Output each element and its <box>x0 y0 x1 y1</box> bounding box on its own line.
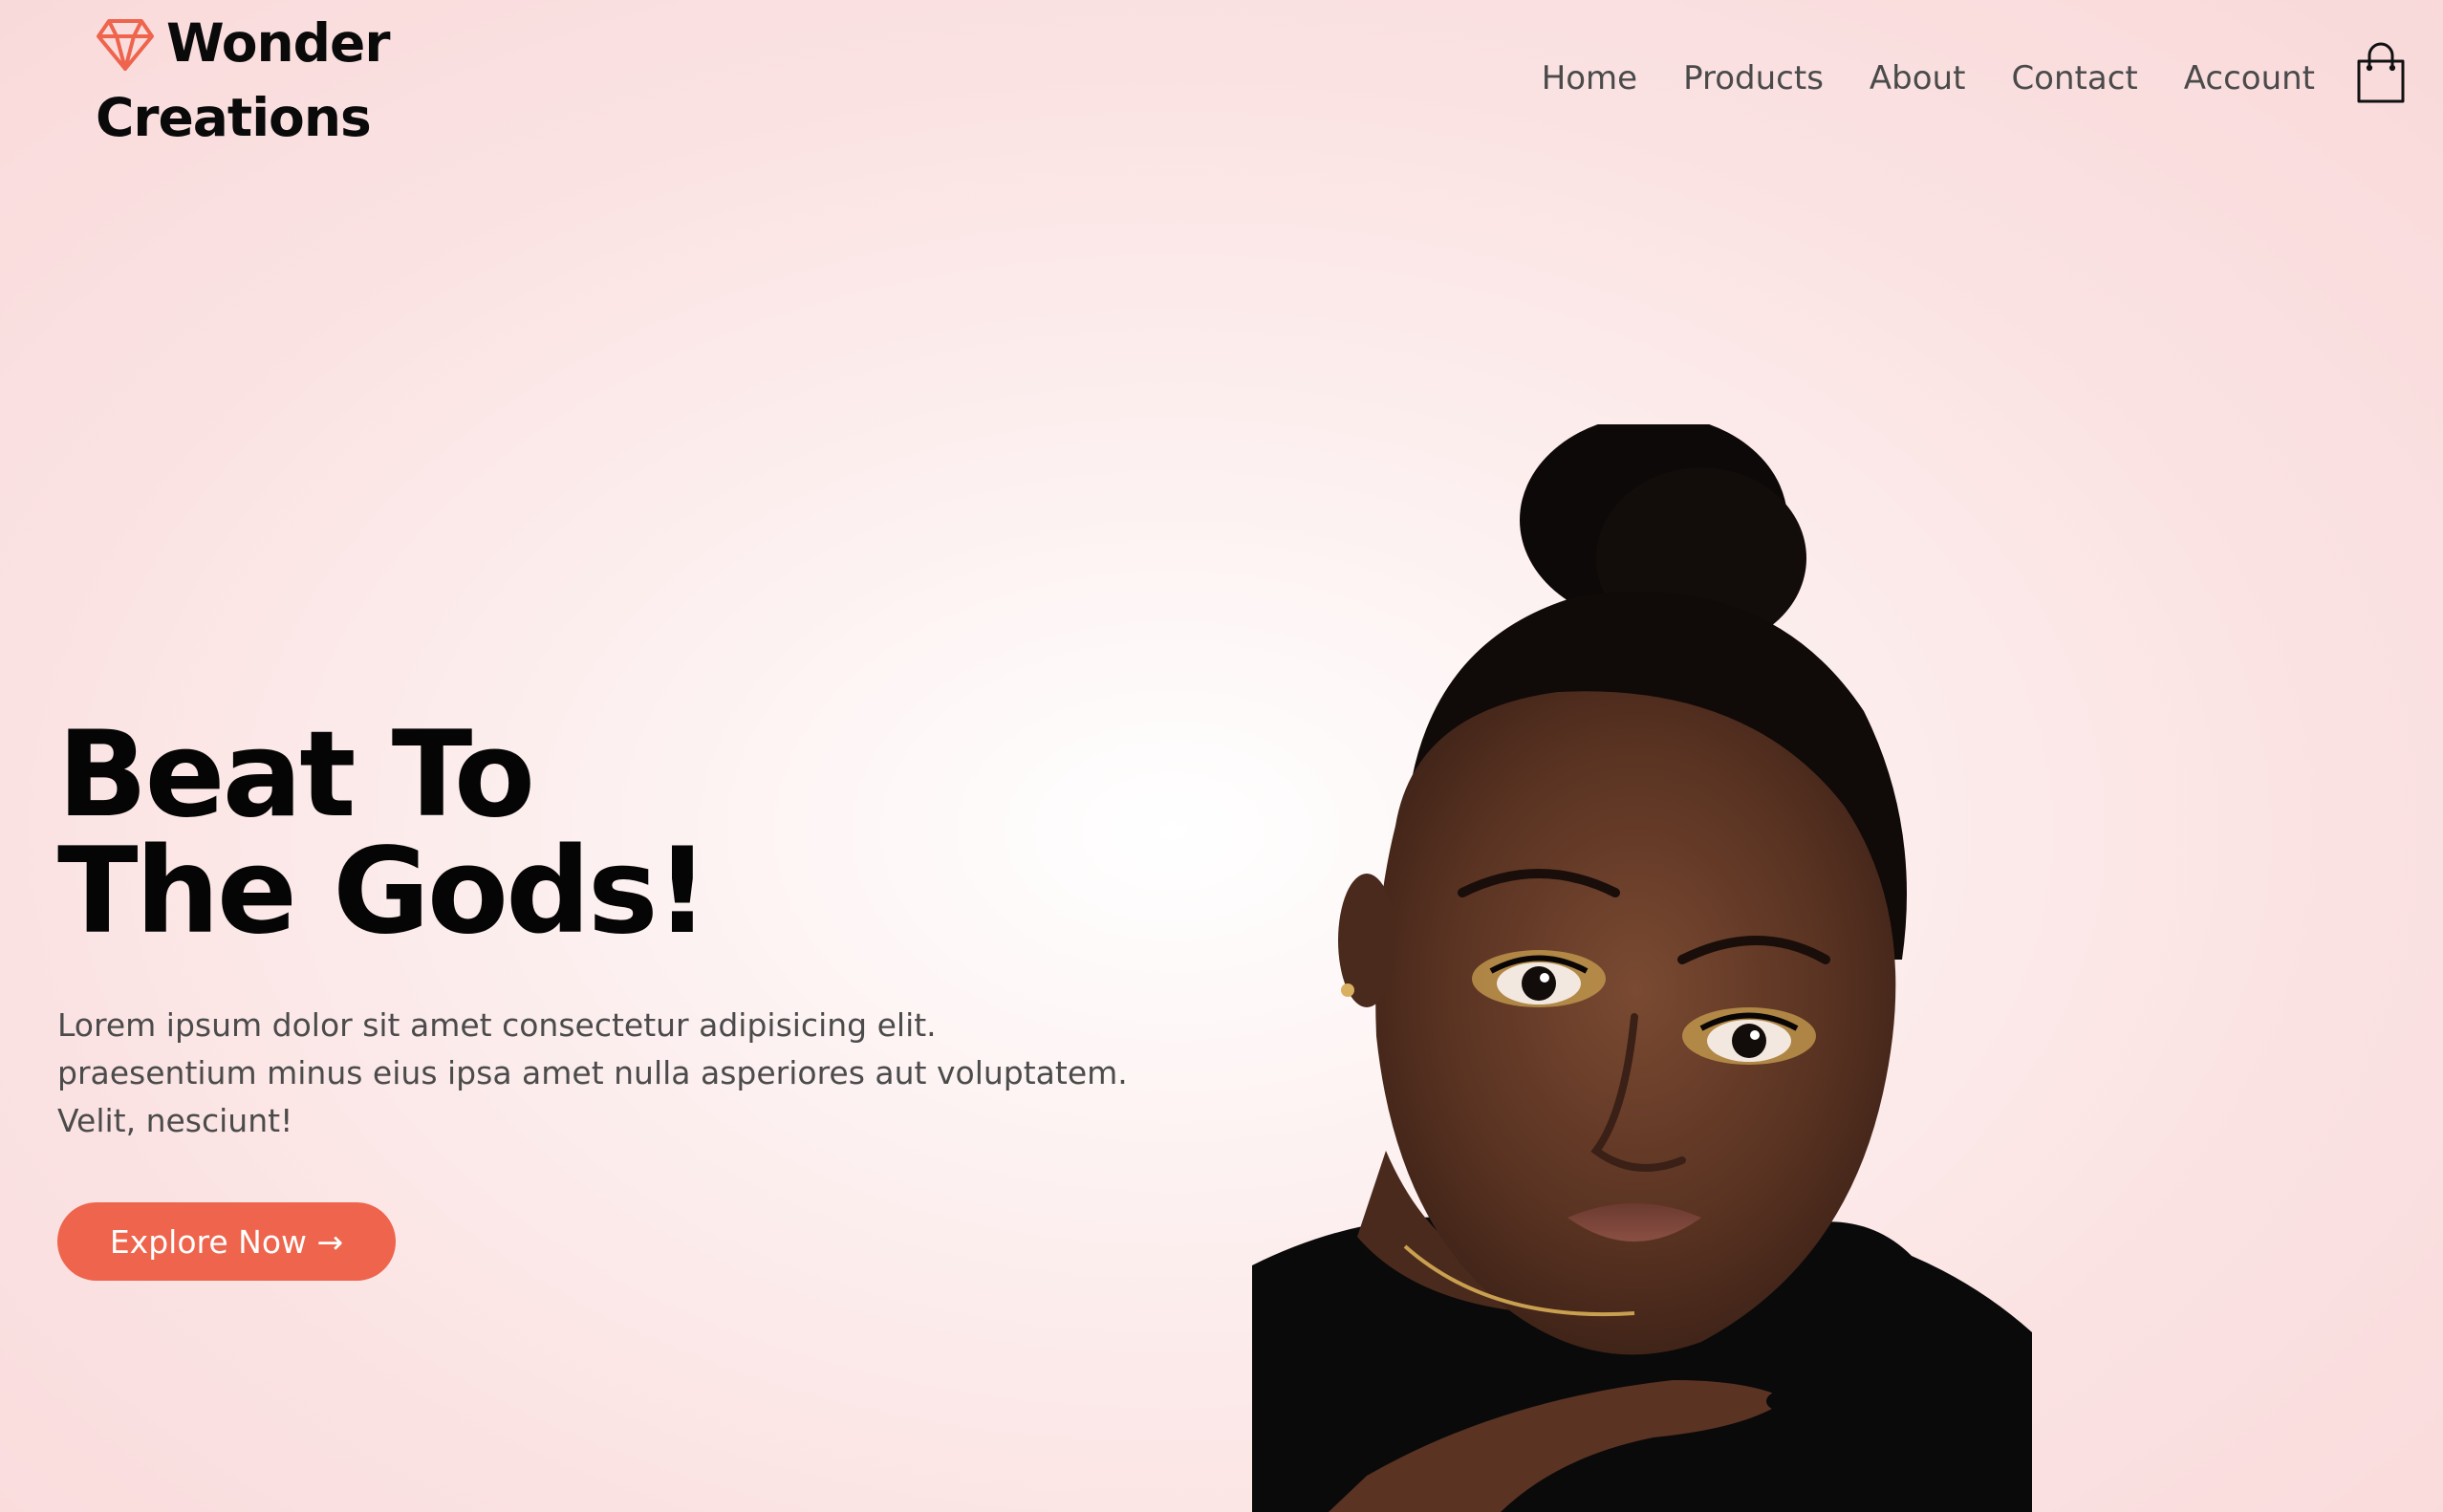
nav-home[interactable]: Home <box>1542 59 1637 97</box>
shopping-bag-icon[interactable] <box>2355 42 2407 105</box>
nav-account[interactable]: Account <box>2184 59 2315 97</box>
nav-products[interactable]: Products <box>1683 59 1824 97</box>
hero-description-line: Velit, nesciunt! <box>57 1102 293 1139</box>
hero-portrait-image <box>1252 424 2032 1512</box>
hero-description-line: Lorem ipsum dolor sit amet consectetur a… <box>57 1006 937 1044</box>
nav-about[interactable]: About <box>1870 59 1966 97</box>
diamond-icon <box>97 19 154 71</box>
hero-description: Lorem ipsum dolor sit amet consectetur a… <box>57 1002 1147 1145</box>
brand-name-line2: Creations <box>96 87 372 148</box>
nav-contact[interactable]: Contact <box>2011 59 2137 97</box>
hero-title: Beat To The Gods! <box>57 706 709 961</box>
hero-title-line1: Beat To <box>57 706 535 844</box>
brand-name: Wonder <box>166 12 390 74</box>
hero-title-line2: The Gods! <box>57 823 709 961</box>
main-nav: Home Products About Contact Account <box>1542 59 2315 97</box>
explore-now-button[interactable]: Explore Now → <box>57 1202 396 1281</box>
hero-description-line: praesentium minus eius ipsa amet nulla a… <box>57 1054 1128 1091</box>
